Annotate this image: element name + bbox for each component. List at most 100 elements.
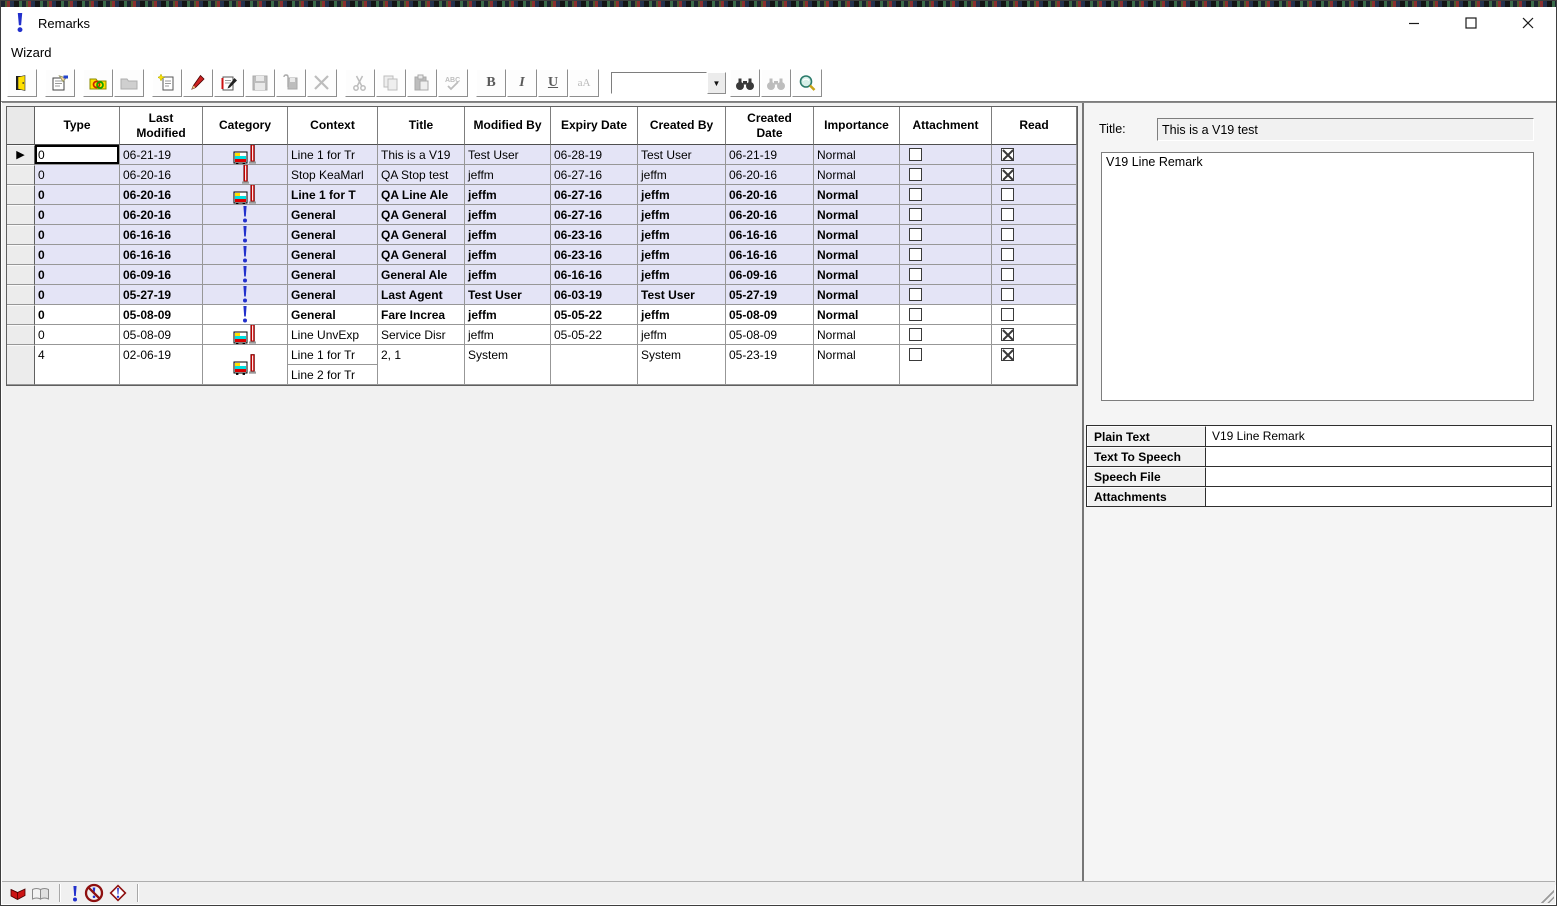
read-checkbox[interactable] — [1001, 188, 1014, 201]
column-header-context[interactable]: Context — [288, 107, 378, 145]
cell-context: General — [288, 305, 378, 325]
attachment-checkbox[interactable] — [909, 208, 922, 221]
cell-importance: Normal — [814, 285, 900, 305]
attachment-checkbox[interactable] — [909, 168, 922, 181]
grid-row-2[interactable]: 006-20-16Stop KeaMarlQA Stop testjeffm06… — [7, 165, 1077, 185]
read-checkbox[interactable] — [1001, 348, 1014, 361]
cell-title: 2, 1 — [378, 345, 465, 385]
menu-item-wizard[interactable]: Wizard — [1, 45, 61, 60]
properties-button[interactable] — [45, 69, 75, 97]
maximize-button[interactable] — [1442, 7, 1499, 39]
column-header-type[interactable]: Type — [35, 107, 120, 145]
cell-created-by: jeffm — [638, 265, 726, 285]
read-checkbox[interactable] — [1001, 248, 1014, 261]
attachment-checkbox[interactable] — [909, 188, 922, 201]
italic-button[interactable]: I — [507, 69, 537, 97]
attachment-checkbox[interactable] — [909, 228, 922, 241]
field-value[interactable] — [1206, 467, 1551, 486]
close-button[interactable] — [1499, 7, 1556, 39]
cell-expiry-date: 06-27-16 — [551, 185, 638, 205]
read-checkbox[interactable] — [1001, 288, 1014, 301]
cell-type: 0 — [35, 325, 120, 345]
read-checkbox[interactable] — [1001, 148, 1014, 161]
column-header-title[interactable]: Title — [378, 107, 465, 145]
column-header-attachment[interactable]: Attachment — [900, 107, 992, 145]
grid-row-4[interactable]: 006-20-16GeneralQA Generaljeffm06-27-16j… — [7, 205, 1077, 225]
read-checkbox[interactable] — [1001, 268, 1014, 281]
new-remark-button[interactable] — [152, 69, 182, 97]
cell-type: 0 — [35, 205, 120, 225]
read-checkbox[interactable] — [1001, 208, 1014, 221]
attachment-checkbox[interactable] — [909, 148, 922, 161]
grid-row-8[interactable]: 005-27-19GeneralLast AgentTest User06-03… — [7, 285, 1077, 305]
modify-remark-button[interactable] — [214, 69, 244, 97]
grid-row-11[interactable]: 402-06-19Line 1 for TrLine 2 for Tr2, 1S… — [7, 345, 1077, 385]
read-checkbox[interactable] — [1001, 168, 1014, 181]
toolbar-group-gap — [600, 69, 607, 97]
attachment-checkbox[interactable] — [909, 348, 922, 361]
row-selector-cell — [7, 285, 35, 305]
detail-title-input[interactable] — [1157, 118, 1534, 141]
attachment-checkbox[interactable] — [909, 308, 922, 321]
grid-row-6[interactable]: 006-16-16GeneralQA Generaljeffm06-23-16j… — [7, 245, 1077, 265]
cell-type: 0 — [35, 225, 120, 245]
column-header-read[interactable]: Read — [992, 107, 1077, 145]
cell-importance: Normal — [814, 205, 900, 225]
bold-button[interactable]: B — [476, 69, 506, 97]
save-all-icon — [282, 74, 300, 92]
cell-expiry-date: 06-27-16 — [551, 165, 638, 185]
minimize-button[interactable] — [1385, 7, 1442, 39]
grid-row-3[interactable]: 006-20-16Line 1 for TQA Line Alejeffm06-… — [7, 185, 1077, 205]
underline-button[interactable]: U — [538, 69, 568, 97]
grid-row-1[interactable]: ▶006-21-19Line 1 for TrThis is a V19Test… — [7, 145, 1077, 165]
read-checkbox[interactable] — [1001, 308, 1014, 321]
bold-label: B — [486, 75, 495, 91]
column-header-last-modified[interactable]: LastModified — [120, 107, 203, 145]
cell-last-modified: 06-09-16 — [120, 265, 203, 285]
preview-button[interactable] — [792, 69, 822, 97]
field-value[interactable] — [1206, 487, 1551, 506]
field-value[interactable]: V19 Line Remark — [1206, 426, 1551, 446]
column-header-created-date[interactable]: CreatedDate — [726, 107, 814, 145]
column-header-expiry-date[interactable]: Expiry Date — [551, 107, 638, 145]
column-header-created-by[interactable]: Created By — [638, 107, 726, 145]
grid-row-10[interactable]: 005-08-09Line UnvExpService Disrjeffm05-… — [7, 325, 1077, 345]
cell-importance: Normal — [814, 325, 900, 345]
refresh-categories-button[interactable] — [83, 69, 113, 97]
cell-context: Line 1 for Tr — [288, 145, 378, 165]
copy-icon — [382, 74, 400, 92]
find-button[interactable] — [730, 69, 760, 97]
combo-dropdown-button[interactable]: ▼ — [707, 72, 726, 94]
column-header-category[interactable]: Category — [203, 107, 288, 145]
column-header-selector[interactable] — [7, 107, 35, 145]
attachment-checkbox[interactable] — [909, 288, 922, 301]
grid-row-5[interactable]: 006-16-16GeneralQA Generaljeffm06-23-16j… — [7, 225, 1077, 245]
cell-modified-by: jeffm — [465, 165, 551, 185]
attachment-checkbox[interactable] — [909, 268, 922, 281]
cell-last-modified: 02-06-19 — [120, 345, 203, 385]
attachment-checkbox[interactable] — [909, 248, 922, 261]
read-checkbox[interactable] — [1001, 228, 1014, 241]
row-selector-cell — [7, 345, 35, 385]
field-value[interactable] — [1206, 447, 1551, 466]
field-label: Plain Text — [1087, 426, 1206, 446]
window-controls — [1385, 7, 1556, 39]
cell-modified-by: Test User — [465, 145, 551, 165]
italic-label: I — [519, 75, 524, 91]
remark-text-area[interactable]: V19 Line Remark — [1101, 152, 1534, 401]
cell-attachment — [900, 245, 992, 265]
row-selector-cell: ▶ — [7, 145, 35, 165]
cell-read — [992, 245, 1077, 265]
column-header-modified-by[interactable]: Modified By — [465, 107, 551, 145]
read-checkbox[interactable] — [1001, 328, 1014, 341]
cell-expiry-date — [551, 345, 638, 385]
grid-row-7[interactable]: 006-09-16GeneralGeneral Alejeffm06-16-16… — [7, 265, 1077, 285]
attachment-checkbox[interactable] — [909, 328, 922, 341]
column-header-importance[interactable]: Importance — [814, 107, 900, 145]
edit-remark-button[interactable] — [183, 69, 213, 97]
search-input[interactable] — [611, 72, 707, 94]
cut-scissors-icon — [351, 74, 369, 92]
cell-attachment — [900, 165, 992, 185]
exit-button[interactable] — [7, 69, 37, 97]
grid-row-9[interactable]: 005-08-09GeneralFare Increajeffm05-05-22… — [7, 305, 1077, 325]
